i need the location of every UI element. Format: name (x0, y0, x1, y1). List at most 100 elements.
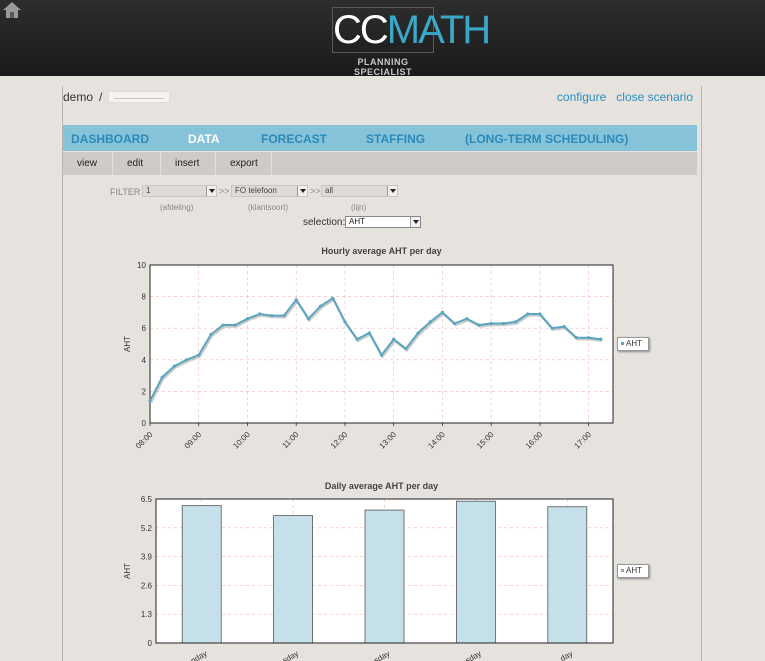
y-tick-label: 0 (148, 639, 153, 648)
data-point (148, 399, 152, 403)
klantsoort-caption: (klantsoort) (248, 203, 289, 212)
scenario-name-field[interactable] (108, 91, 171, 103)
tab-long-term-scheduling[interactable]: (LONG-TERM SCHEDULING) (465, 132, 628, 146)
y-tick-label: 6.5 (141, 495, 153, 504)
data-point (489, 321, 493, 326)
data-point (343, 320, 347, 324)
x-tick-label: 10:00 (231, 430, 252, 451)
logo-subtitle: PLANNING SPECIALIST (353, 57, 412, 77)
x-tick-label: sday (281, 649, 300, 661)
data-point (587, 336, 591, 340)
chevron-down-icon (387, 186, 397, 196)
data-point (172, 364, 176, 368)
lijn-caption: (lijn) (351, 203, 367, 212)
sub-nav: view edit insert export (63, 152, 697, 175)
legend-label: AHT (626, 339, 642, 348)
x-tick-label: 12:00 (329, 430, 350, 451)
x-tick-label: nday (189, 649, 209, 661)
top-bar: CCMATH PLANNING SPECIALIST (0, 0, 765, 77)
line-chart-legend: AHT (617, 337, 649, 351)
data-point (367, 331, 371, 335)
x-tick-label: 13:00 (378, 430, 399, 451)
configure-link[interactable]: configure (557, 90, 606, 104)
subtab-view[interactable]: view (63, 152, 113, 175)
x-tick-label: sday (464, 649, 483, 661)
bar-thursday (455, 500, 496, 644)
chevron-down-icon (410, 217, 420, 227)
data-point (599, 337, 603, 341)
data-point (574, 336, 579, 340)
data-point (221, 323, 225, 327)
tab-dashboard[interactable]: DASHBOARD (71, 132, 149, 146)
filter-chevron: >> (310, 186, 321, 196)
klantsoort-select[interactable]: FO telefoon (231, 185, 308, 197)
close-scenario-link[interactable]: close scenario (616, 90, 693, 104)
chevron-down-icon (297, 186, 307, 196)
chevron-down-icon (206, 186, 216, 196)
bar-chart-legend: AHT (617, 564, 649, 578)
legend-label: AHT (626, 566, 642, 575)
data-point (209, 332, 213, 337)
lijn-select[interactable]: all (321, 185, 398, 197)
x-tick-label: day (559, 649, 575, 661)
data-point (526, 312, 530, 316)
subtab-edit[interactable]: edit (113, 152, 161, 175)
data-point (538, 312, 542, 316)
afdeling-caption: (afdeling) (160, 203, 194, 212)
data-point (306, 317, 310, 321)
y-tick-label: 1.3 (141, 610, 153, 619)
data-point (562, 325, 566, 329)
main-nav: DASHBOARD DATA FORECAST STAFFING (LONG-T… (63, 125, 697, 151)
y-tick-label: 4 (142, 356, 147, 365)
y-tick-label: 2.6 (141, 581, 153, 590)
data-point (318, 304, 323, 308)
selection-select[interactable]: AHT (345, 216, 421, 228)
breadcrumb: demo / (63, 90, 171, 104)
x-tick-label: 09:00 (183, 430, 204, 451)
subtab-insert[interactable]: insert (161, 152, 216, 175)
data-point (160, 375, 164, 379)
data-point (416, 331, 420, 335)
afdeling-select[interactable]: 1 (142, 185, 217, 197)
logo-mark: CCMATH (332, 7, 491, 53)
x-tick-label: 14:00 (426, 430, 447, 451)
home-icon[interactable] (2, 1, 22, 19)
breadcrumb-separator: / (99, 90, 103, 104)
bar-tuesday (273, 515, 314, 644)
plot-area (150, 265, 613, 423)
filter-label: FILTER (110, 187, 141, 197)
bar-chart: 0 1.3 2.6 3.9 5.2 6.5 nday sday sday sday day AHT (123, 495, 614, 661)
x-tick-label: 08:00 (134, 430, 155, 451)
bar-wednesday (364, 509, 405, 644)
data-point (550, 326, 554, 330)
bar-monday (181, 505, 222, 644)
data-point (477, 323, 481, 327)
breadcrumb-root[interactable]: demo (63, 90, 93, 104)
data-point (465, 317, 469, 321)
data-point (404, 347, 408, 351)
data-point (294, 298, 298, 302)
filter-chevron: >> (219, 186, 230, 196)
legend-swatch (621, 569, 624, 573)
y-tick-label: 8 (142, 293, 147, 302)
y-tick-label: 5.2 (141, 524, 153, 533)
data-point (233, 323, 237, 327)
data-point (428, 320, 432, 324)
y-axis-label: AHT (123, 336, 132, 352)
x-tick-label: 11:00 (281, 430, 301, 450)
line-chart: 0 2 4 6 8 10 08:00 09:00 10:00 11:00 12:00 13:00 14:… (123, 261, 614, 451)
x-tick-label: 15:00 (475, 430, 496, 451)
tab-data[interactable]: DATA (188, 132, 220, 146)
y-axis-label: AHT (123, 563, 132, 579)
x-tick-label: 17:00 (573, 430, 594, 451)
data-point (331, 296, 335, 300)
selection-label: selection: (303, 217, 346, 228)
data-point (513, 320, 518, 324)
data-point (440, 310, 445, 314)
subtab-export[interactable]: export (216, 152, 272, 175)
tab-forecast[interactable]: FORECAST (261, 132, 327, 146)
tab-staffing[interactable]: STAFFING (366, 132, 425, 146)
y-tick-label: 0 (142, 419, 147, 428)
data-point (184, 358, 189, 362)
data-point (453, 321, 457, 326)
